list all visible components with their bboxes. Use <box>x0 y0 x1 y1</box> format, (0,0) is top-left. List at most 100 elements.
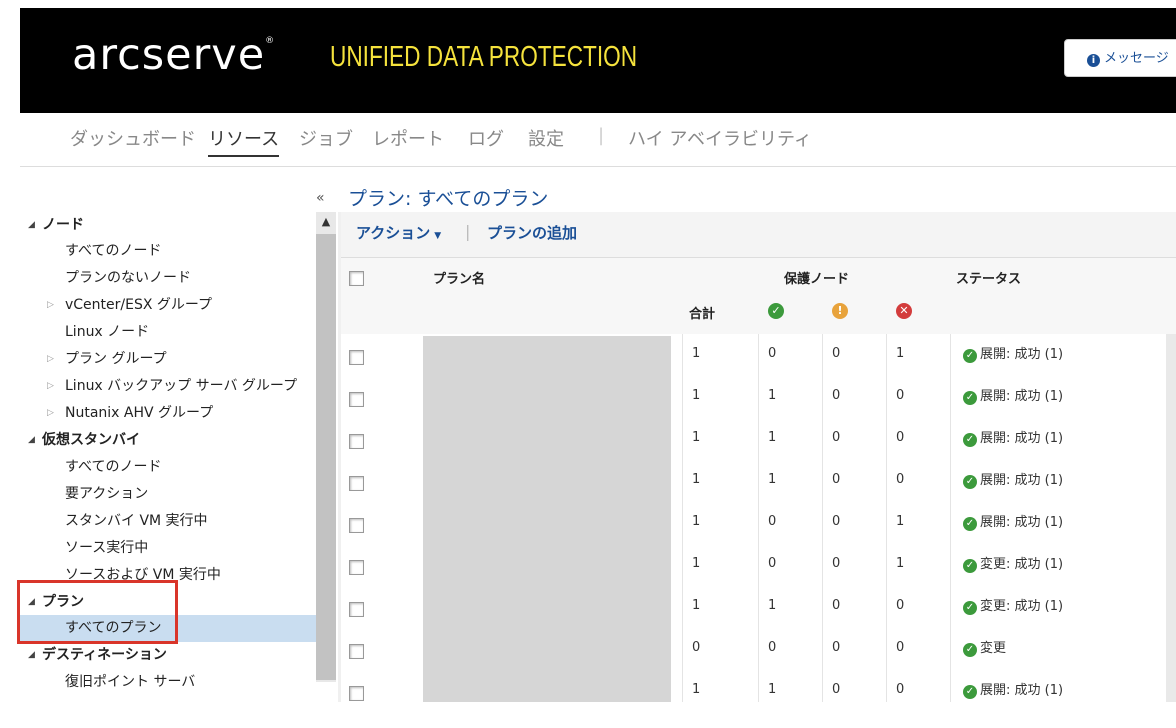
cell-total: 1 <box>692 388 701 403</box>
column-status[interactable]: ステータス <box>956 268 1021 287</box>
success-check-icon: ✓ <box>963 391 977 405</box>
tree-group-virtual-standby[interactable]: ◢ 仮想スタンバイ <box>20 427 316 454</box>
cell-status: ✓ 変更 <box>963 637 1006 657</box>
nav-resources[interactable]: リソース <box>208 125 280 157</box>
nav-jobs[interactable]: ジョブ <box>299 125 353 151</box>
cell-status: ✓ 展開: 成功 (1) <box>963 679 1063 699</box>
info-icon: i <box>1087 54 1100 67</box>
grid-right-edge <box>1166 334 1176 702</box>
success-check-icon: ✓ <box>963 475 977 489</box>
tree-item-nodes-without-plan[interactable]: プランのないノード <box>20 265 316 292</box>
tree-item-all-nodes[interactable]: すべてのノード <box>20 238 316 265</box>
row-checkbox[interactable] <box>349 476 364 491</box>
plan-grid-header: プラン名 保護ノード ステータス 合計 ✓ ! ✕ <box>341 258 1176 335</box>
nav-separator: | <box>598 125 605 146</box>
row-checkbox[interactable] <box>349 350 364 365</box>
tree-item-recovery-point-server[interactable]: 復旧ポイント サーバ <box>20 669 316 696</box>
plan-toolbar: アクション ▼ | プランの追加 <box>341 212 1176 258</box>
row-checkbox[interactable] <box>349 518 364 533</box>
cell-status: ✓ 展開: 成功 (1) <box>963 385 1063 405</box>
tree-group-nodes[interactable]: ◢ ノード <box>20 212 316 239</box>
action-dropdown[interactable]: アクション ▼ <box>356 222 441 243</box>
cell-warn: 0 <box>832 598 841 613</box>
tree-item-plan-groups[interactable]: ▷ プラン グループ <box>20 346 316 373</box>
cell-err: 1 <box>896 556 905 571</box>
success-check-icon: ✓ <box>963 685 977 699</box>
expanded-triangle-icon: ◢ <box>28 435 35 445</box>
row-checkbox[interactable] <box>349 560 364 575</box>
collapsed-triangle-icon: ▷ <box>47 354 54 364</box>
cell-err: 0 <box>896 640 905 655</box>
cell-err: 0 <box>896 472 905 487</box>
column-total[interactable]: 合計 <box>689 303 715 322</box>
toolbar-separator: | <box>465 222 471 241</box>
cell-status: ✓ 展開: 成功 (1) <box>963 469 1063 489</box>
cell-warn: 0 <box>832 682 841 697</box>
cell-total: 1 <box>692 556 701 571</box>
success-check-icon: ✓ <box>963 601 977 615</box>
collapse-sidebar-icon[interactable]: « <box>316 190 325 206</box>
main-nav: ダッシュボード リソース ジョブ レポート ログ 設定 | ハイ アベイラビリテ… <box>20 113 1176 167</box>
page-title: プラン: すべてのプラン <box>348 188 549 210</box>
collapsed-triangle-icon: ▷ <box>47 300 54 310</box>
cell-ok: 0 <box>768 514 777 529</box>
cell-status: ✓ 変更: 成功 (1) <box>963 553 1063 573</box>
cell-warn: 0 <box>832 346 841 361</box>
collapsed-triangle-icon: ▷ <box>47 381 54 391</box>
caret-down-icon: ▼ <box>434 231 442 241</box>
cell-total: 1 <box>692 430 701 445</box>
column-protected-nodes: 保護ノード <box>784 272 850 287</box>
sidebar-scrollbar-thumb[interactable] <box>316 234 336 680</box>
success-check-icon[interactable]: ✓ <box>768 303 784 319</box>
cell-ok: 1 <box>768 472 777 487</box>
warning-icon[interactable]: ! <box>832 303 848 319</box>
row-checkbox[interactable] <box>349 392 364 407</box>
redacted-plan-names <box>423 336 671 702</box>
cell-err: 0 <box>896 682 905 697</box>
cell-ok: 1 <box>768 388 777 403</box>
success-check-icon: ✓ <box>963 643 977 657</box>
app-header: arcserve® UNIFIED DATA PROTECTION i メッセージ <box>20 8 1176 113</box>
messages-button[interactable]: i メッセージ <box>1064 39 1176 77</box>
cell-warn: 0 <box>832 472 841 487</box>
column-plan-name[interactable]: プラン名 <box>433 268 485 287</box>
tree-item-source-running[interactable]: ソース実行中 <box>20 535 316 562</box>
tree-item-linux-nodes[interactable]: Linux ノード <box>20 319 316 346</box>
row-checkbox[interactable] <box>349 686 364 701</box>
add-plan-button[interactable]: プランの追加 <box>487 222 577 243</box>
cell-total: 1 <box>692 472 701 487</box>
cell-err: 1 <box>896 514 905 529</box>
nav-settings[interactable]: 設定 <box>528 125 564 151</box>
nav-logs[interactable]: ログ <box>468 125 504 151</box>
cell-ok: 0 <box>768 640 777 655</box>
row-checkbox[interactable] <box>349 434 364 449</box>
cell-status: ✓ 展開: 成功 (1) <box>963 343 1063 363</box>
tree-item-nutanix-ahv-group[interactable]: ▷ Nutanix AHV グループ <box>20 400 316 427</box>
cell-status: ✓ 展開: 成功 (1) <box>963 511 1063 531</box>
tree-item-action-required[interactable]: 要アクション <box>20 481 316 508</box>
nav-dashboard[interactable]: ダッシュボード <box>70 125 196 151</box>
cell-warn: 0 <box>832 556 841 571</box>
cell-ok: 1 <box>768 598 777 613</box>
nav-high-availability[interactable]: ハイ アベイラビリティ <box>628 125 812 151</box>
cell-ok: 0 <box>768 556 777 571</box>
tree-group-destinations[interactable]: ◢ デスティネーション <box>20 642 316 669</box>
error-x-icon[interactable]: ✕ <box>896 303 912 319</box>
success-check-icon: ✓ <box>963 517 977 531</box>
cell-total: 1 <box>692 598 701 613</box>
cell-ok: 1 <box>768 430 777 445</box>
nav-reports[interactable]: レポート <box>372 125 444 151</box>
cell-warn: 0 <box>832 430 841 445</box>
success-check-icon: ✓ <box>963 559 977 573</box>
cell-ok: 0 <box>768 346 777 361</box>
row-checkbox[interactable] <box>349 644 364 659</box>
cell-ok: 1 <box>768 682 777 697</box>
row-checkbox[interactable] <box>349 602 364 617</box>
tree-item-vs-all-nodes[interactable]: すべてのノード <box>20 454 316 481</box>
select-all-checkbox[interactable] <box>349 271 364 286</box>
tree-item-vcenter-esx-group[interactable]: ▷ vCenter/ESX グループ <box>20 292 316 319</box>
annotation-highlight-box <box>17 580 178 644</box>
scroll-up-icon[interactable]: ▲ <box>316 212 336 232</box>
tree-item-linux-backup-server-group[interactable]: ▷ Linux バックアップ サーバ グループ <box>20 373 316 400</box>
tree-item-standby-vm-running[interactable]: スタンバイ VM 実行中 <box>20 508 316 535</box>
